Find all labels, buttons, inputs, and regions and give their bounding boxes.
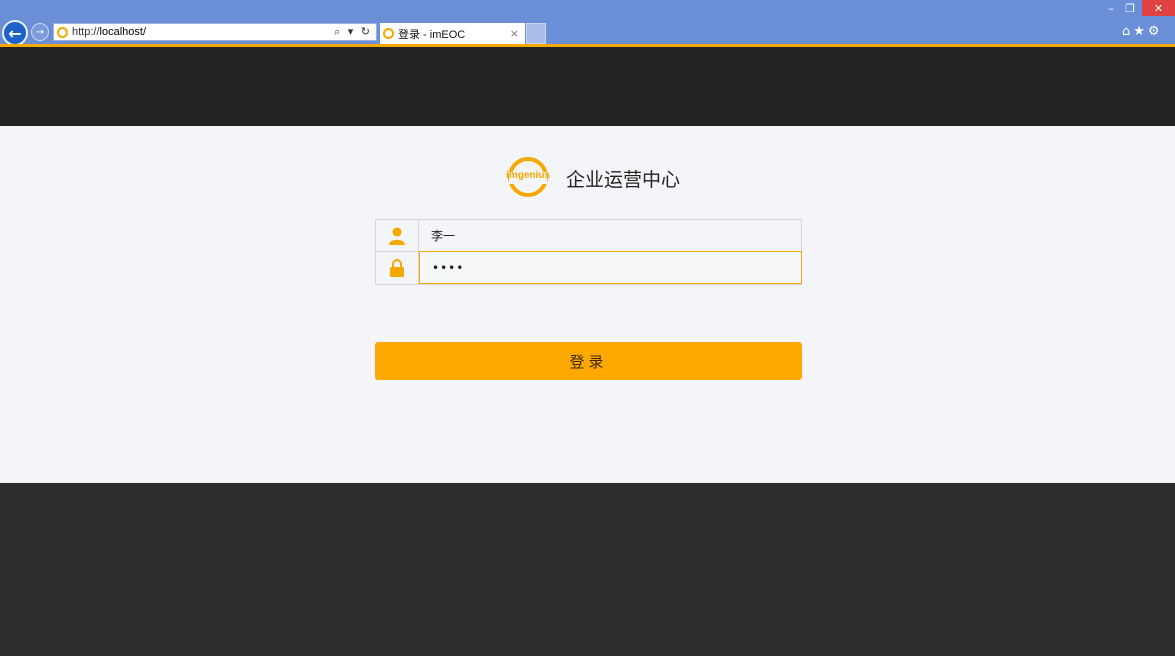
forward-button[interactable]: → — [31, 23, 49, 41]
restore-button[interactable]: ❐ — [1122, 0, 1138, 16]
footer-band — [0, 483, 1175, 656]
close-window-button[interactable]: ✕ — [1142, 0, 1175, 16]
username-input[interactable] — [419, 220, 802, 251]
url-host: localhost/ — [99, 26, 147, 38]
tab-favicon-icon — [383, 28, 394, 39]
username-row — [375, 219, 802, 252]
forward-arrow-icon: → — [35, 26, 45, 38]
brand: imgenius 企业运营中心 — [503, 150, 680, 206]
password-input[interactable] — [419, 251, 802, 284]
back-arrow-icon: ← — [8, 23, 22, 43]
imgenius-logo: imgenius — [503, 150, 553, 206]
logo-wordmark: imgenius — [506, 170, 550, 181]
tab-title: 登录 - imEOC — [398, 28, 466, 41]
url-prefix: http:// — [72, 26, 100, 38]
app-title: 企业运营中心 — [566, 168, 681, 191]
new-tab-button[interactable] — [526, 23, 546, 44]
user-icon — [376, 220, 419, 251]
header-band — [0, 47, 1175, 126]
lock-icon — [376, 252, 419, 284]
address-bar[interactable]: http://localhost/ ⌕ ▾ ↻ — [53, 23, 377, 41]
login-form — [375, 219, 802, 285]
back-button[interactable]: ← — [2, 20, 28, 46]
browser-tab[interactable]: 登录 - imEOC × — [380, 23, 525, 44]
password-row — [375, 251, 802, 285]
minimize-button[interactable]: – — [1103, 0, 1119, 16]
tab-close-icon[interactable]: × — [510, 27, 525, 40]
site-favicon-icon — [57, 26, 68, 38]
login-button[interactable]: 登录 — [375, 342, 802, 380]
browser-chrome: ← → http://localhost/ ⌕ ▾ ↻ 登录 - imEOC ×… — [0, 0, 1175, 47]
search-refresh-icons[interactable]: ⌕ ▾ ↻ — [334, 25, 376, 39]
home-favorites-settings-icons[interactable]: ⌂★⚙ — [1122, 24, 1163, 39]
url-text[interactable]: http://localhost/ — [72, 26, 334, 38]
